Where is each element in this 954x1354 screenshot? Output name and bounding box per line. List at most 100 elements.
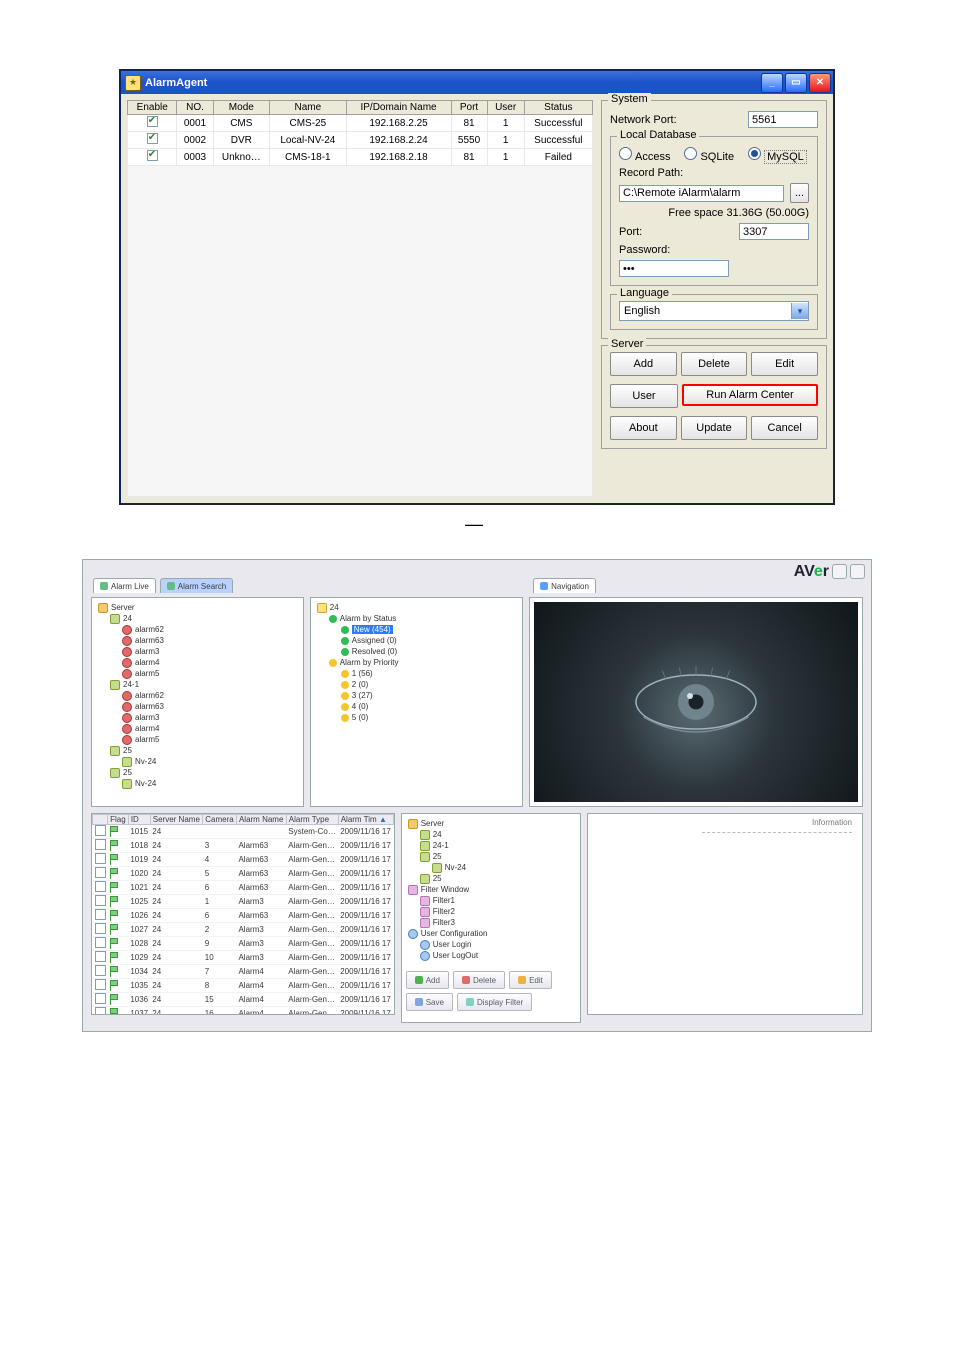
table-cell[interactable]	[93, 853, 108, 867]
table-cell[interactable]	[93, 937, 108, 951]
column-header[interactable]: Mode	[213, 101, 270, 115]
cancel-button[interactable]: Cancel	[751, 416, 818, 440]
db-mysql-radio[interactable]: MySQL	[748, 147, 807, 163]
checkbox-icon[interactable]	[95, 853, 106, 864]
column-header[interactable]: Alarm Type	[286, 815, 338, 825]
column-header[interactable]: Camera	[203, 815, 237, 825]
column-header[interactable]: Alarm Tim ▲	[338, 815, 393, 825]
checkbox-icon[interactable]: ✔	[147, 150, 158, 161]
table-cell[interactable]	[93, 825, 108, 839]
table-row[interactable]: 10372416Alarm4Alarm-Gen…2009/11/16 17	[93, 1007, 394, 1016]
navigation-tree[interactable]: Server 24 24-1 25 Nv-24 25 Filter Window…	[406, 818, 576, 961]
table-cell[interactable]	[93, 965, 108, 979]
checkbox-icon[interactable]	[95, 937, 106, 948]
record-path-input[interactable]	[619, 185, 784, 202]
table-row[interactable]: 1034247Alarm4Alarm-Gen…2009/11/16 17	[93, 965, 394, 979]
table-cell[interactable]	[93, 867, 108, 881]
tree-item[interactable]: alarm62	[122, 624, 299, 635]
window-control-icon[interactable]	[850, 564, 865, 579]
table-cell[interactable]	[93, 839, 108, 853]
checkbox-icon[interactable]	[95, 993, 106, 1004]
user-button[interactable]: User	[610, 384, 678, 408]
column-header[interactable]: User	[487, 101, 524, 115]
table-row[interactable]: ✔0001CMSCMS-25192.168.2.25811Successful	[128, 115, 593, 132]
table-row[interactable]: 10292410Alarm3Alarm-Gen…2009/11/16 17	[93, 951, 394, 965]
table-cell[interactable]	[93, 923, 108, 937]
alarm-status-tree[interactable]: 24 Alarm by Status New (454) Assigned (0…	[315, 602, 518, 723]
tree-item[interactable]: Filter2	[420, 906, 576, 917]
checkbox-icon[interactable]	[95, 1007, 106, 1015]
tree-item[interactable]: alarm3	[122, 646, 299, 657]
checkbox-icon[interactable]	[95, 965, 106, 976]
column-header[interactable]: Status	[524, 101, 592, 115]
table-row[interactable]: ✔0003Unkno…CMS-18-1192.168.2.18811Failed	[128, 149, 593, 166]
checkbox-icon[interactable]	[95, 909, 106, 920]
table-row[interactable]: 1018243Alarm63Alarm-Gen…2009/11/16 17	[93, 839, 394, 853]
table-row[interactable]: 1020245Alarm63Alarm-Gen…2009/11/16 17	[93, 867, 394, 881]
table-row[interactable]: 1026246Alarm63Alarm-Gen…2009/11/16 17	[93, 909, 394, 923]
db-password-input[interactable]	[619, 260, 729, 277]
column-header[interactable]: Name	[270, 101, 346, 115]
close-icon[interactable]: ✕	[809, 73, 831, 93]
column-header[interactable]: Enable	[128, 101, 177, 115]
column-header[interactable]: Server Name	[150, 815, 203, 825]
maximize-icon[interactable]: ▭	[785, 73, 807, 93]
table-row[interactable]: 1035248Alarm4Alarm-Gen…2009/11/16 17	[93, 979, 394, 993]
network-port-input[interactable]	[748, 111, 818, 128]
run-alarm-center-button[interactable]: Run Alarm Center	[682, 384, 818, 406]
column-header[interactable]	[93, 815, 108, 825]
column-header[interactable]: Port	[451, 101, 487, 115]
table-row[interactable]: 1021246Alarm63Alarm-Gen…2009/11/16 17	[93, 881, 394, 895]
checkbox-icon[interactable]	[95, 895, 106, 906]
column-header[interactable]: IP/Domain Name	[346, 101, 451, 115]
preview-video[interactable]	[534, 602, 858, 802]
tree-item[interactable]: alarm4	[122, 657, 299, 668]
tree-item[interactable]: alarm63	[122, 635, 299, 646]
tab-alarm-search[interactable]: Alarm Search	[160, 578, 233, 593]
table-cell[interactable]	[93, 1007, 108, 1016]
column-header[interactable]: ID	[128, 815, 150, 825]
table-row[interactable]: 1019244Alarm63Alarm-Gen…2009/11/16 17	[93, 853, 394, 867]
window-control-icon[interactable]	[832, 564, 847, 579]
table-row[interactable]: ✔0002DVRLocal-NV-24192.168.2.2455501Succ…	[128, 132, 593, 149]
tree-item[interactable]: alarm62	[122, 690, 299, 701]
db-access-radio[interactable]: Access	[619, 147, 670, 163]
about-button[interactable]: About	[610, 416, 677, 440]
table-cell[interactable]	[93, 979, 108, 993]
server-table[interactable]: EnableNO.ModeNameIP/Domain NamePortUserS…	[127, 100, 593, 166]
update-button[interactable]: Update	[681, 416, 748, 440]
nav-save-button[interactable]: Save	[406, 993, 453, 1011]
table-cell[interactable]	[93, 909, 108, 923]
table-row[interactable]: 1025241Alarm3Alarm-Gen…2009/11/16 17	[93, 895, 394, 909]
table-cell[interactable]	[93, 881, 108, 895]
column-header[interactable]: Flag	[108, 815, 129, 825]
tree-item[interactable]: alarm4	[122, 723, 299, 734]
delete-button[interactable]: Delete	[681, 352, 748, 376]
table-row[interactable]: 1027242Alarm3Alarm-Gen…2009/11/16 17	[93, 923, 394, 937]
checkbox-icon[interactable]	[95, 839, 106, 850]
edit-button[interactable]: Edit	[751, 352, 818, 376]
tree-item[interactable]: alarm5	[122, 668, 299, 679]
table-row[interactable]: 1028249Alarm3Alarm-Gen…2009/11/16 17	[93, 937, 394, 951]
add-button[interactable]: Add	[610, 352, 677, 376]
table-row[interactable]: 10362415Alarm4Alarm-Gen…2009/11/16 17	[93, 993, 394, 1007]
tree-item[interactable]: alarm5	[122, 734, 299, 745]
checkbox-icon[interactable]	[95, 951, 106, 962]
checkbox-icon[interactable]: ✔	[147, 133, 158, 144]
tree-item[interactable]: alarm63	[122, 701, 299, 712]
tree-item[interactable]: Filter1	[420, 895, 576, 906]
language-select[interactable]: English ▾	[619, 301, 809, 321]
tab-navigation[interactable]: Navigation	[533, 578, 596, 593]
column-header[interactable]: NO.	[177, 101, 213, 115]
alarm-list-grid[interactable]: FlagIDServer NameCameraAlarm NameAlarm T…	[91, 813, 395, 1015]
minimize-icon[interactable]: _	[761, 73, 783, 93]
browse-button[interactable]: ...	[790, 183, 809, 203]
nav-add-button[interactable]: Add	[406, 971, 449, 989]
checkbox-icon[interactable]: ✔	[147, 116, 158, 127]
table-cell[interactable]	[93, 993, 108, 1007]
tree-item[interactable]: Filter3	[420, 917, 576, 928]
nav-delete-button[interactable]: Delete	[453, 971, 505, 989]
checkbox-icon[interactable]	[95, 979, 106, 990]
tab-alarm-live[interactable]: Alarm Live	[93, 578, 156, 593]
checkbox-icon[interactable]	[95, 881, 106, 892]
